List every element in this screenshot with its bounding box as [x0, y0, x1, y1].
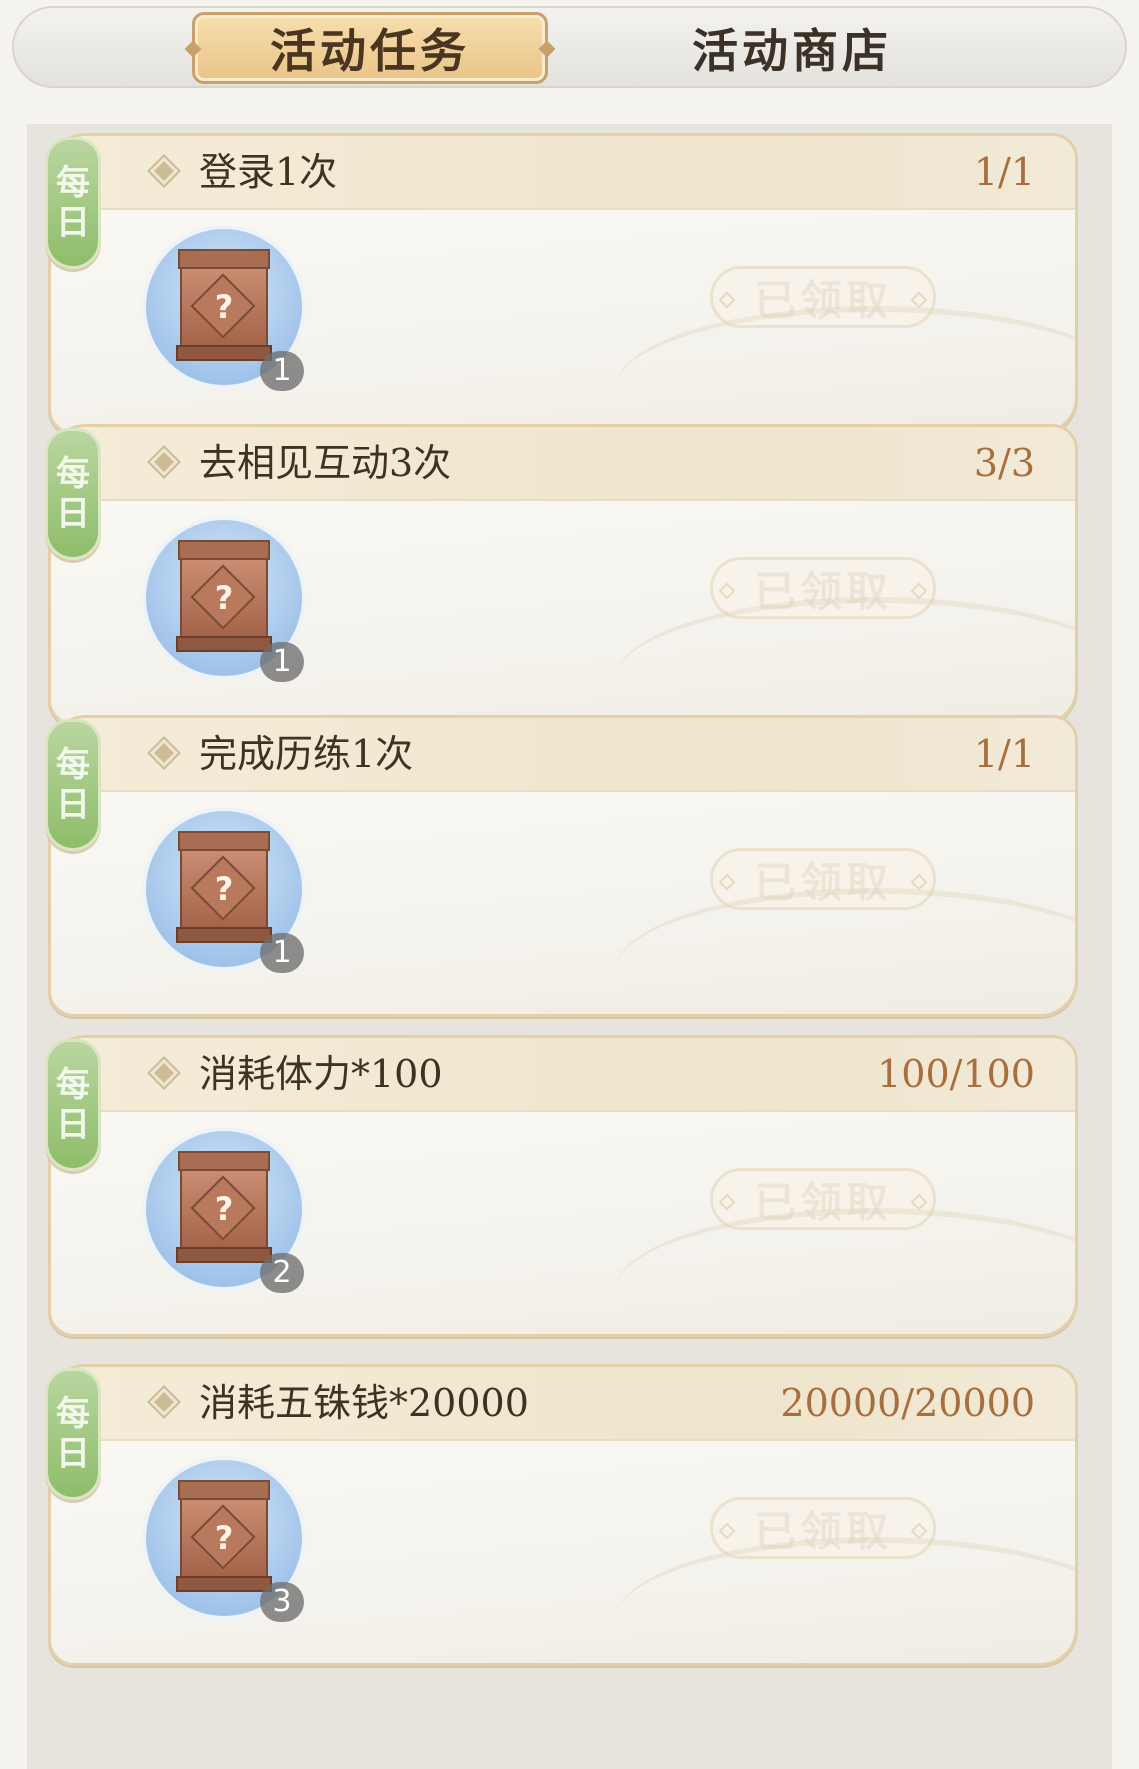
tab-activity-tasks[interactable]: 活动任务: [184, 12, 556, 84]
daily-badge: 每 日: [45, 428, 101, 560]
reward-count-badge: 3: [260, 1582, 304, 1622]
task-card-frame: 完成历练1次 1/1 ? 1 已领取: [48, 715, 1078, 1017]
tab-label: 活动商店: [692, 24, 892, 78]
task-progress: 1/1: [973, 150, 1035, 194]
claimed-button[interactable]: 已领取: [710, 557, 936, 619]
task-title: 完成历练1次: [199, 732, 414, 776]
reward-count-badge: 1: [260, 933, 304, 973]
tab-activity-shop[interactable]: 活动商店: [614, 12, 970, 84]
diamond-ornament-icon: [538, 40, 556, 58]
task-title: 去相见互动3次: [199, 441, 452, 485]
daily-badge-char: 每: [56, 745, 90, 785]
diamond-bullet-icon: [154, 1063, 174, 1083]
daily-badge-char: 日: [56, 494, 90, 534]
daily-badge-char: 每: [56, 163, 90, 203]
task-card-frame: 消耗体力*100 100/100 ? 2 已领取: [48, 1035, 1078, 1337]
task-card-frame: 登录1次 1/1 ? 1 已领取: [48, 133, 1078, 435]
daily-badge-char: 每: [56, 1065, 90, 1105]
reward-count-badge: 2: [260, 1253, 304, 1293]
reward-item[interactable]: ? 1: [146, 520, 304, 682]
diamond-bullet-icon: [154, 161, 174, 181]
reward-count-badge: 1: [260, 351, 304, 391]
daily-badge-char: 日: [56, 1105, 90, 1145]
daily-badge: 每 日: [45, 1039, 101, 1171]
daily-badge-char: 日: [56, 203, 90, 243]
diamond-bullet-icon: [154, 1392, 174, 1412]
daily-badge-char: 每: [56, 1394, 90, 1434]
tab-label: 活动任务: [270, 24, 470, 78]
task-card: 去相见互动3次 3/3 ? 1 已领取 每 日: [45, 424, 1078, 726]
task-card: 消耗体力*100 100/100 ? 2 已领取 每 日: [45, 1035, 1078, 1337]
mystery-chest-icon: ?: [176, 249, 272, 365]
task-card: 登录1次 1/1 ? 1 已领取 每 日: [45, 133, 1078, 435]
task-title: 消耗五铢钱*20000: [199, 1381, 529, 1425]
reward-item[interactable]: ? 1: [146, 229, 304, 391]
daily-badge: 每 日: [45, 719, 101, 851]
task-card: 消耗五铢钱*20000 20000/20000 ? 3 已领取 每 日: [45, 1364, 1078, 1666]
task-card-header: 登录1次 1/1: [51, 136, 1075, 210]
daily-badge-char: 日: [56, 785, 90, 825]
task-title: 消耗体力*100: [199, 1052, 443, 1096]
task-title: 登录1次: [199, 150, 338, 194]
diamond-bullet-icon: [154, 743, 174, 763]
mystery-chest-icon: ?: [176, 1480, 272, 1596]
task-card-header: 去相见互动3次 3/3: [51, 427, 1075, 501]
task-progress: 20000/20000: [780, 1381, 1035, 1425]
claimed-button[interactable]: 已领取: [710, 1168, 936, 1230]
daily-badge: 每 日: [45, 1368, 101, 1500]
daily-badge: 每 日: [45, 137, 101, 269]
tab-bar: 活动任务 活动商店: [12, 6, 1127, 88]
daily-badge-char: 日: [56, 1434, 90, 1474]
claimed-button[interactable]: 已领取: [710, 1497, 936, 1559]
task-progress: 3/3: [973, 441, 1035, 485]
diamond-bullet-icon: [154, 452, 174, 472]
reward-item[interactable]: ? 2: [146, 1131, 304, 1293]
reward-count-badge: 1: [260, 642, 304, 682]
diamond-ornament-icon: [184, 40, 202, 58]
task-progress: 1/1: [973, 732, 1035, 776]
daily-badge-char: 每: [56, 454, 90, 494]
mystery-chest-icon: ?: [176, 1151, 272, 1267]
claimed-button[interactable]: 已领取: [710, 266, 936, 328]
task-card: 完成历练1次 1/1 ? 1 已领取 每 日: [45, 715, 1078, 1017]
task-list-panel[interactable]: 登录1次 1/1 ? 1 已领取 每 日 去相见互动3次 3/3 ? 1 已领取…: [27, 124, 1112, 1769]
reward-item[interactable]: ? 1: [146, 811, 304, 973]
task-card-frame: 消耗五铢钱*20000 20000/20000 ? 3 已领取: [48, 1364, 1078, 1666]
task-card-frame: 去相见互动3次 3/3 ? 1 已领取: [48, 424, 1078, 726]
task-card-header: 消耗体力*100 100/100: [51, 1038, 1075, 1112]
mystery-chest-icon: ?: [176, 540, 272, 656]
task-progress: 100/100: [877, 1052, 1035, 1096]
task-card-header: 完成历练1次 1/1: [51, 718, 1075, 792]
claimed-button[interactable]: 已领取: [710, 848, 936, 910]
mystery-chest-icon: ?: [176, 831, 272, 947]
reward-item[interactable]: ? 3: [146, 1460, 304, 1622]
task-card-header: 消耗五铢钱*20000 20000/20000: [51, 1367, 1075, 1441]
